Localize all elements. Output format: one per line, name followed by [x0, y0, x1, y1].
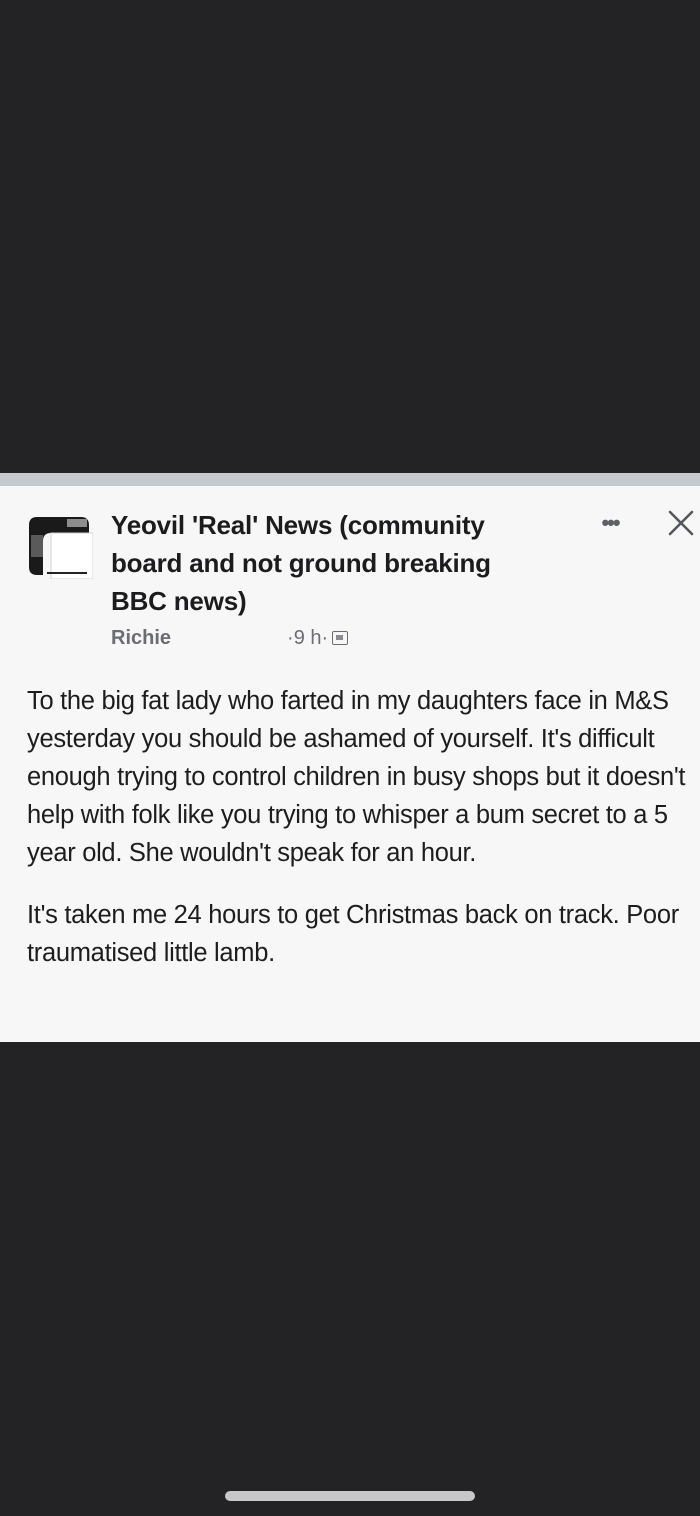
group-avatar-image: [27, 513, 93, 579]
meta-separator: ·: [321, 626, 329, 649]
home-indicator[interactable]: [225, 1491, 475, 1501]
post-timestamp[interactable]: 9 h: [294, 627, 322, 650]
post-paragraph: To the big fat lady who farted in my dau…: [27, 687, 686, 867]
post-meta: Richie · 9 h ·: [111, 625, 349, 651]
author-name[interactable]: Richie: [111, 627, 171, 650]
group-avatar[interactable]: [27, 513, 93, 579]
more-options-button[interactable]: •••: [592, 511, 628, 535]
meta-separator: ·: [287, 626, 294, 649]
close-button[interactable]: [666, 507, 700, 543]
close-icon: [668, 510, 694, 536]
group-name[interactable]: Yeovil 'Real' News (community board and …: [111, 506, 551, 620]
group-privacy-icon: [332, 631, 349, 645]
top-divider: [0, 473, 700, 486]
post-paragraph: It's taken me 24 hours to get Christmas …: [27, 901, 679, 967]
more-dots-icon: •••: [601, 510, 620, 535]
post-body: To the big fat lady who farted in my dau…: [27, 682, 699, 996]
blurred-region: [177, 636, 281, 640]
